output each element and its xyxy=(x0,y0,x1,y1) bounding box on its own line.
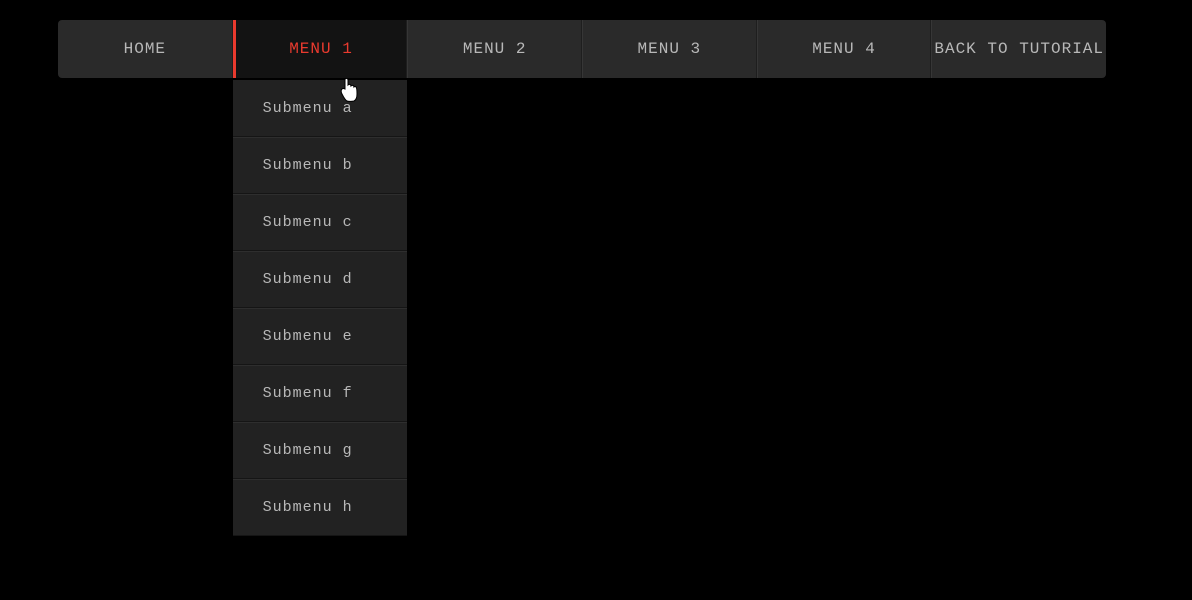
nav-link-menu-1[interactable]: Menu 1 xyxy=(233,20,408,78)
nav-item-home[interactable]: Home xyxy=(58,20,233,78)
submenu-item[interactable]: Submenu e xyxy=(233,308,408,365)
submenu-item[interactable]: Submenu c xyxy=(233,194,408,251)
main-nav: Home Menu 1 Submenu a Submenu b Submenu … xyxy=(58,20,1106,78)
submenu-item[interactable]: Submenu h xyxy=(233,479,408,536)
submenu-link[interactable]: Submenu e xyxy=(233,308,408,365)
nav-item-menu-3[interactable]: Menu 3 xyxy=(582,20,757,78)
submenu-link[interactable]: Submenu b xyxy=(233,137,408,194)
submenu-item[interactable]: Submenu d xyxy=(233,251,408,308)
submenu-item[interactable]: Submenu a xyxy=(233,80,408,137)
submenu-item[interactable]: Submenu f xyxy=(233,365,408,422)
nav-list: Home Menu 1 Submenu a Submenu b Submenu … xyxy=(58,20,1106,78)
submenu-link[interactable]: Submenu a xyxy=(233,80,408,137)
nav-link-menu-3[interactable]: Menu 3 xyxy=(582,20,757,78)
nav-item-menu-4[interactable]: Menu 4 xyxy=(757,20,932,78)
nav-item-menu-1[interactable]: Menu 1 Submenu a Submenu b Submenu c Sub… xyxy=(233,20,408,78)
nav-link-home[interactable]: Home xyxy=(58,20,233,78)
submenu-menu-1: Submenu a Submenu b Submenu c Submenu d … xyxy=(233,80,408,536)
submenu-item[interactable]: Submenu g xyxy=(233,422,408,479)
submenu-link[interactable]: Submenu f xyxy=(233,365,408,422)
submenu-link[interactable]: Submenu h xyxy=(233,479,408,536)
submenu-link[interactable]: Submenu c xyxy=(233,194,408,251)
nav-item-menu-2[interactable]: Menu 2 xyxy=(407,20,582,78)
submenu-link[interactable]: Submenu g xyxy=(233,422,408,479)
nav-link-menu-2[interactable]: Menu 2 xyxy=(407,20,582,78)
nav-link-back-to-tutorial[interactable]: Back to Tutorial xyxy=(931,20,1106,78)
nav-link-menu-4[interactable]: Menu 4 xyxy=(757,20,932,78)
submenu-link[interactable]: Submenu d xyxy=(233,251,408,308)
nav-item-back-to-tutorial[interactable]: Back to Tutorial xyxy=(931,20,1106,78)
submenu-item[interactable]: Submenu b xyxy=(233,137,408,194)
